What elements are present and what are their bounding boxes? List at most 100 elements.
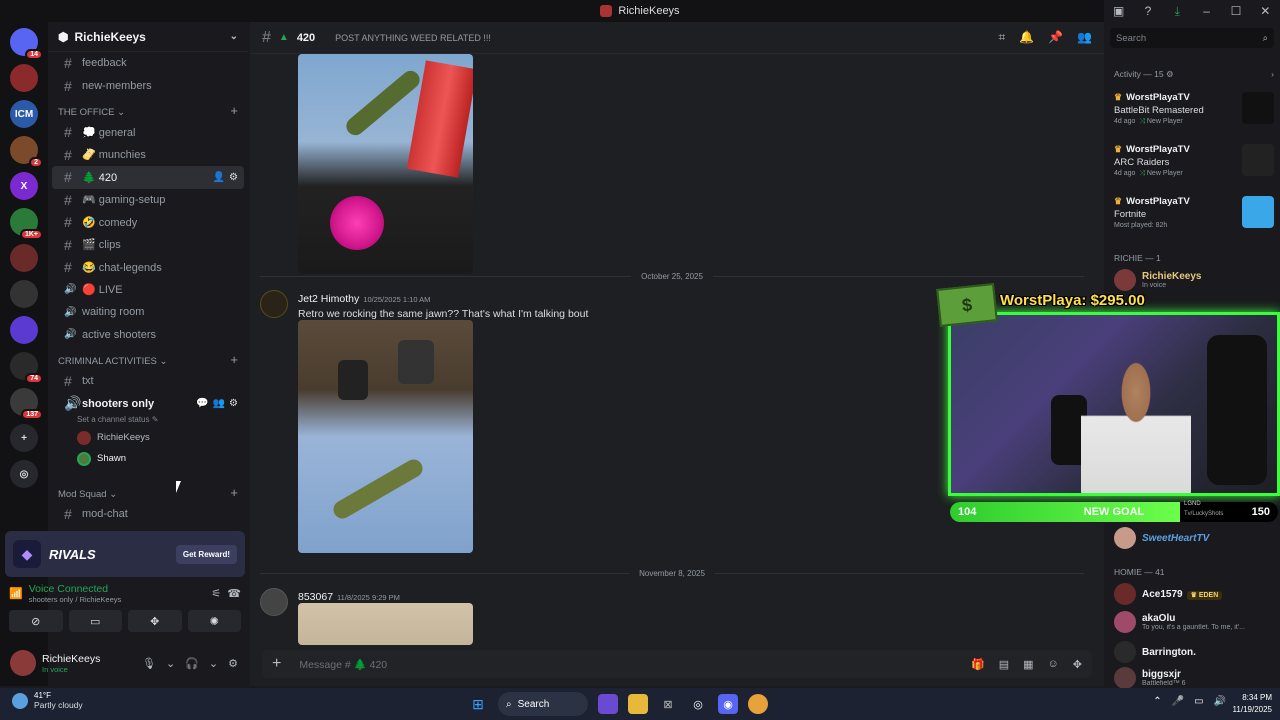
weather-widget[interactable]: 41°F Partly cloudy — [12, 691, 83, 710]
message-composer[interactable]: + Message # 🌲 420 🎁 ▤ ▦ ☺ ✥ — [262, 650, 1092, 678]
add-server-icon[interactable]: + — [10, 424, 38, 452]
server-icon[interactable]: 74 — [10, 352, 43, 384]
channel-item[interactable]: # 🫔 munchies — [52, 144, 244, 167]
member-list-icon[interactable]: 👥 — [1077, 30, 1092, 45]
screen-share-button[interactable]: ▭ — [68, 610, 122, 632]
channel-item[interactable]: 🔊 waiting room — [52, 301, 244, 324]
invite-icon[interactable]: 👤 — [213, 172, 225, 183]
activity-card[interactable]: ♛ WorstPlayaTV BattleBit Remastered 4d ago … — [1114, 92, 1274, 140]
home-discord-icon[interactable]: 14 — [10, 28, 43, 60]
server-header[interactable]: ⬢ RichieKeeys ⌄ — [48, 22, 248, 52]
file-explorer-icon[interactable] — [628, 694, 648, 714]
camera-off-button[interactable]: ⊘ — [9, 610, 63, 632]
member-item[interactable]: biggsxjr Battlefield™ 6 — [1114, 667, 1274, 689]
invite-icon[interactable]: 👥 — [213, 398, 225, 409]
noise-suppression-icon[interactable]: ⚟ — [211, 587, 221, 600]
close-button[interactable]: ✕ — [1251, 0, 1280, 22]
minimize-button[interactable]: – — [1192, 0, 1221, 22]
message-image[interactable] — [298, 603, 473, 645]
maximize-button[interactable]: ☐ — [1221, 0, 1250, 22]
category-mod-squad[interactable]: Mod Squad ⌄ + — [48, 479, 248, 503]
discord-icon[interactable]: ◉ — [718, 694, 738, 714]
server-icon[interactable]: ICM — [10, 100, 38, 128]
activity-header[interactable]: Activity — 15 ⚙ › — [1114, 69, 1274, 80]
server-icon[interactable] — [10, 316, 38, 344]
mic-icon[interactable]: 🎤 — [1172, 696, 1184, 707]
channel-item[interactable]: # 💭 general — [52, 121, 244, 144]
activity-card[interactable]: ♛ WorstPlayaTV ARC Raiders 4d ago ⤨ New Pla… — [1114, 144, 1274, 192]
voice-connected-label[interactable]: Voice Connected — [29, 583, 122, 595]
download-icon[interactable]: ⤓ — [1163, 0, 1192, 22]
voice-user[interactable]: Shawn — [48, 448, 248, 469]
gear-icon[interactable]: ⚙ — [229, 398, 238, 409]
message-input[interactable]: Message # 🌲 420 — [299, 658, 387, 671]
channel-item[interactable]: # 🌲 420 👤 ⚙ — [52, 166, 244, 189]
chevron-up-icon[interactable]: ⌃ — [1153, 696, 1161, 707]
server-icon[interactable]: 1K+ — [10, 208, 43, 240]
sticker-icon[interactable]: ▦ — [1023, 658, 1033, 671]
channel-item[interactable]: 🔊 🔴 LIVE — [52, 279, 244, 302]
chat-icon[interactable]: 💬 — [196, 398, 208, 409]
signal-icon[interactable]: 📶 — [9, 587, 23, 600]
channel-new-members[interactable]: # new-members — [52, 75, 244, 98]
member-item[interactable]: akaOlu To you, it's a gauntlet. To me, it… — [1114, 611, 1274, 633]
volume-icon[interactable]: 🔊 — [1214, 696, 1226, 707]
channel-mod-chat[interactable]: # mod-chat — [52, 503, 244, 526]
channel-item[interactable]: # 🤣 comedy — [52, 211, 244, 234]
message-author[interactable]: 853067 — [298, 591, 333, 603]
message-author[interactable]: Jet2 Himothy — [298, 293, 359, 305]
server-icon[interactable]: 137 — [10, 388, 43, 420]
voice-location[interactable]: shooters only / RichieKeeys — [29, 595, 122, 604]
avatar[interactable] — [260, 588, 288, 616]
server-icon[interactable] — [10, 280, 38, 308]
avatar[interactable] — [260, 290, 288, 318]
channel-shooters-only[interactable]: 🔊 shooters only 💬 👥 ⚙ — [52, 393, 244, 416]
channel-item[interactable]: # 🎮 gaming-setup — [52, 189, 244, 212]
server-icon[interactable]: 2 — [10, 136, 43, 168]
emoji-icon[interactable]: ☺ — [1048, 658, 1059, 671]
threads-icon[interactable]: ⌗ — [998, 30, 1005, 45]
start-button[interactable]: ⊞ — [468, 694, 488, 714]
gift-icon[interactable]: 🎁 — [971, 658, 985, 671]
discover-icon[interactable]: ◎ — [10, 460, 38, 488]
get-reward-button[interactable]: Get Reward! — [175, 544, 237, 564]
member-item[interactable]: Barrington. — [1114, 641, 1274, 663]
pin-icon[interactable]: 📌 — [1048, 30, 1063, 45]
message[interactable]: Jet2 Himothy 10/25/2025 1:10 AM Retro we … — [260, 290, 588, 320]
channel-status[interactable]: Set a channel status ✎ — [48, 415, 248, 427]
soundboard-button[interactable]: ✺ — [187, 610, 241, 632]
copilot-icon[interactable] — [598, 694, 618, 714]
channel-item[interactable]: # 😂 chat-legends — [52, 256, 244, 279]
microphone-icon[interactable]: 🎙 — [142, 657, 156, 670]
taskbar-search[interactable]: ⌕ Search — [498, 692, 588, 716]
avatar[interactable] — [10, 650, 36, 676]
activities-button[interactable]: ✥ — [128, 610, 182, 632]
search-input[interactable]: Search ⌕ — [1110, 28, 1274, 48]
excel-icon[interactable]: ⊠ — [658, 694, 678, 714]
channel-txt[interactable]: # txt — [52, 370, 244, 393]
apps-icon[interactable]: ✥ — [1073, 658, 1082, 671]
server-icon[interactable]: X — [10, 172, 38, 200]
headphones-icon[interactable]: 🎧 — [185, 657, 199, 670]
network-icon[interactable]: ▭ — [1194, 696, 1203, 707]
settings-gear-icon[interactable]: ⚙ — [228, 657, 238, 670]
member-item[interactable]: SweetHeartTV — [1114, 527, 1274, 549]
channel-item[interactable]: 🔊 active shooters — [52, 324, 244, 347]
voice-user[interactable]: RichieKeeys — [48, 427, 248, 448]
channel-feedback[interactable]: # feedback — [52, 52, 244, 75]
gear-icon[interactable]: ⚙ — [229, 172, 238, 183]
add-channel-icon[interactable]: + — [230, 103, 238, 118]
obs-icon[interactable]: ◎ — [688, 694, 708, 714]
inbox-icon[interactable]: ▣ — [1104, 0, 1133, 22]
channel-topic[interactable]: POST ANYTHING WEED RELATED !!! — [335, 33, 491, 43]
clock[interactable]: 8:34 PM 11/19/2025 — [1233, 692, 1272, 716]
chevron-down-icon[interactable]: ⌄ — [166, 657, 175, 670]
user-name[interactable]: RichieKeeys — [42, 653, 100, 665]
message-image[interactable] — [298, 54, 473, 274]
help-icon[interactable]: ? — [1133, 0, 1162, 22]
category-criminal-activities[interactable]: CRIMINAL ACTIVITIES ⌄ + — [48, 346, 248, 370]
chevron-right-icon[interactable]: › — [1271, 69, 1274, 80]
add-channel-icon[interactable]: + — [230, 352, 238, 367]
add-channel-icon[interactable]: + — [230, 485, 238, 500]
activity-card[interactable]: ♛ WorstPlayaTV Fortnite Most played: 82h — [1114, 196, 1274, 244]
